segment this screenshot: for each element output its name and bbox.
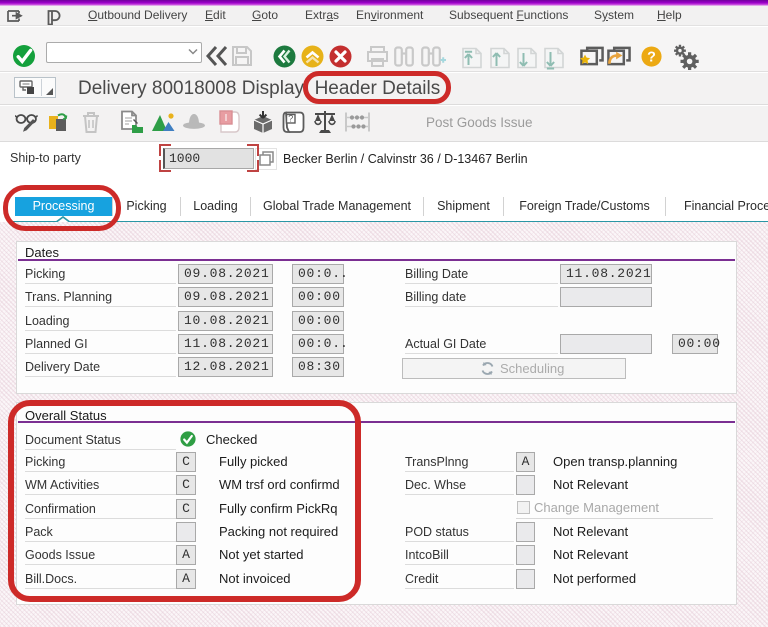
svg-text:?: ? — [647, 49, 656, 65]
svg-text:?: ? — [288, 113, 293, 123]
